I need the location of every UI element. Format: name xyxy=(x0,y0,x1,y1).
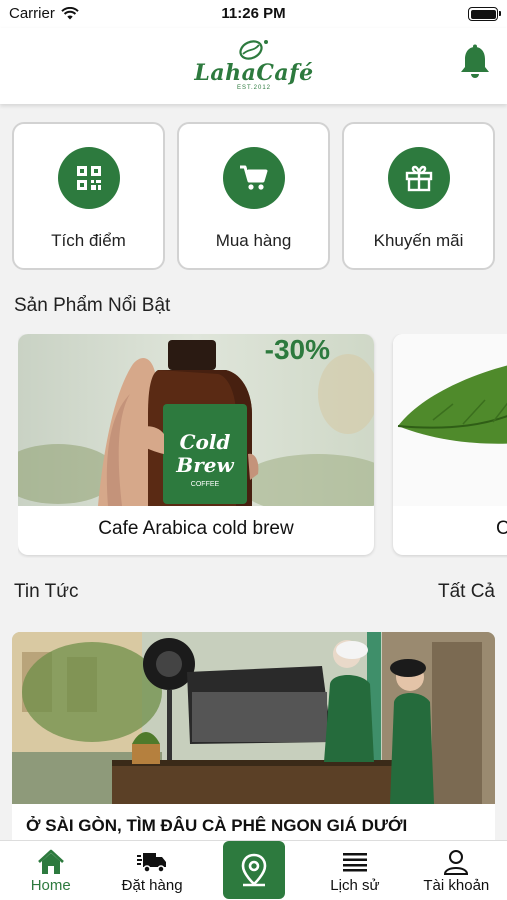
bottle-label-line2: Brew xyxy=(175,453,234,477)
featured-products-carousel[interactable]: Cold Brew COFFEE -30% Cafe Arabica cold … xyxy=(18,334,507,558)
news-section-title: Tin Tức xyxy=(14,581,79,602)
product-card[interactable]: C xyxy=(393,334,507,555)
tab-store-locator[interactable] xyxy=(203,841,304,900)
product-name: C xyxy=(496,518,507,539)
status-bar: Carrier 11:26 PM xyxy=(0,0,507,28)
action-label: Tích điểm xyxy=(51,231,126,250)
news-photo xyxy=(12,632,495,804)
news-see-all-link[interactable]: Tất Cả xyxy=(438,581,495,603)
battery-icon xyxy=(468,7,501,21)
clock: 11:26 PM xyxy=(221,5,286,22)
location-pin-icon xyxy=(241,853,266,887)
tab-home[interactable]: Home xyxy=(0,841,101,900)
action-label: Khuyến mãi xyxy=(373,231,464,250)
bottom-tab-bar: Home Đặt hàng Lịch sử Tài khoản xyxy=(0,840,507,900)
laha-cafe-logo[interactable]: LahaCafé EST.2012 xyxy=(193,36,315,102)
delivery-truck-icon xyxy=(137,853,167,873)
product-name: Cafe Arabica cold brew xyxy=(98,518,294,539)
action-buy[interactable]: Mua hàng xyxy=(177,122,330,270)
gift-icon xyxy=(387,147,450,209)
brand-name: LahaCafé xyxy=(194,60,314,86)
tab-history[interactable]: Lịch sử xyxy=(304,841,405,900)
discount-badge: -30% xyxy=(264,334,330,365)
location-button[interactable] xyxy=(222,841,285,899)
tab-label: Đặt hàng xyxy=(121,877,183,894)
tab-label: Home xyxy=(30,877,71,894)
quick-actions: Tích điểm Mua hàng Khuyến mãi xyxy=(12,122,496,270)
home-icon xyxy=(37,849,64,874)
tab-label: Lịch sử xyxy=(330,877,380,894)
bottle-label-line1: Cold xyxy=(180,430,231,454)
news-article-card[interactable]: Ở SÀI GÒN, TÌM ĐÂU CÀ PHÊ NGON GIÁ DƯỚI xyxy=(12,632,495,847)
tab-label: Tài khoản xyxy=(423,877,490,894)
tab-order[interactable]: Đặt hàng xyxy=(101,841,202,900)
news-headline: Ở SÀI GÒN, TÌM ĐÂU CÀ PHÊ NGON GIÁ DƯỚI xyxy=(26,816,408,835)
app-header: LahaCafé EST.2012 xyxy=(0,28,507,104)
product-photo xyxy=(393,334,507,506)
bell-icon[interactable] xyxy=(459,44,491,80)
bottle-label-line3: COFFEE xyxy=(191,481,220,488)
user-icon xyxy=(444,850,469,875)
action-label: Mua hàng xyxy=(215,231,292,250)
featured-section-title: Sản Phẩm Nổi Bật xyxy=(14,295,171,316)
cart-icon xyxy=(222,147,285,209)
list-icon xyxy=(342,853,367,872)
action-loyalty-points[interactable]: Tích điểm xyxy=(12,122,165,270)
action-promotions[interactable]: Khuyến mãi xyxy=(342,122,495,270)
qr-code-icon xyxy=(57,147,120,209)
tab-account[interactable]: Tài khoản xyxy=(406,841,507,900)
product-card[interactable]: Cold Brew COFFEE -30% Cafe Arabica cold … xyxy=(18,334,374,555)
coffee-bean-icon xyxy=(239,40,268,60)
